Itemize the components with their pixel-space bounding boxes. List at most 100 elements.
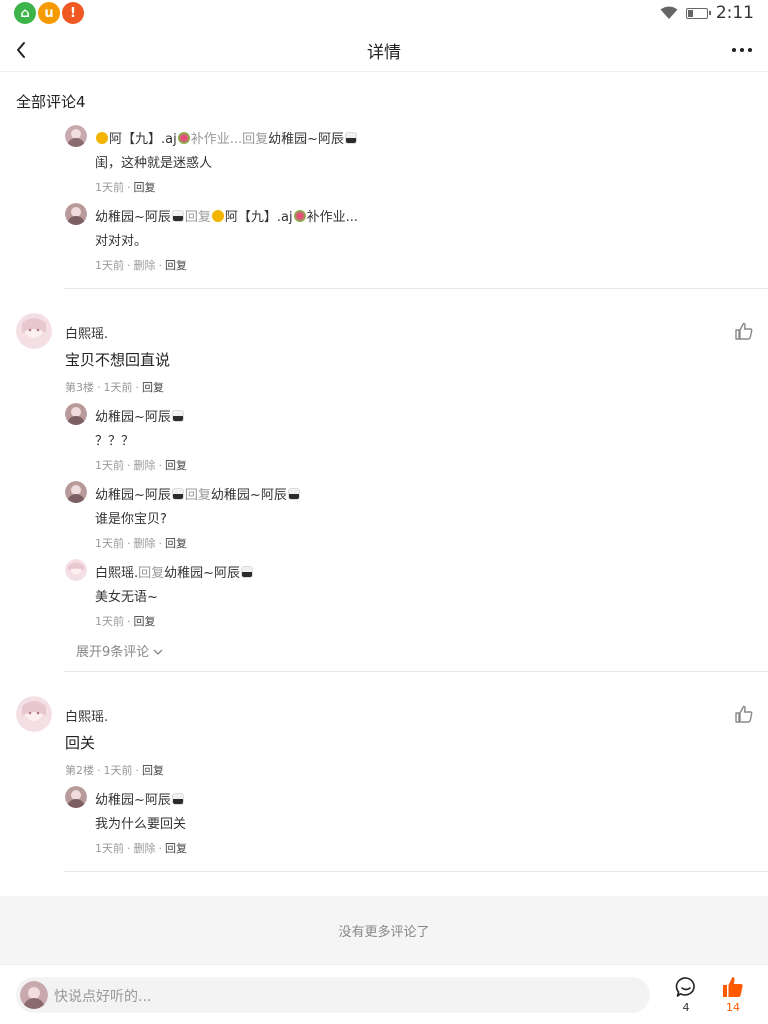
page-title: 详情 bbox=[367, 43, 401, 63]
wifi-icon bbox=[660, 6, 678, 19]
reply-text: 美女无语~ bbox=[95, 590, 158, 605]
thumb-up-icon[interactable] bbox=[734, 321, 754, 341]
more-dots-icon[interactable] bbox=[730, 36, 754, 64]
commenter-avatar[interactable] bbox=[16, 313, 52, 349]
comment-input[interactable]: 快说点好听的... bbox=[16, 977, 650, 1013]
like-count: 14 bbox=[726, 1001, 740, 1014]
commenter-avatar[interactable] bbox=[16, 696, 52, 732]
nav-bar: 详情 bbox=[0, 28, 768, 72]
reply-meta: 1天前 · 回复 bbox=[95, 181, 156, 194]
reply-author[interactable]: 幼稚园~阿辰 bbox=[95, 210, 171, 225]
delete-button[interactable]: 删除 bbox=[134, 259, 156, 272]
reply-author[interactable]: 白熙瑶. bbox=[95, 566, 138, 581]
reply-meta: 1天前 · 删除 · 回复 bbox=[95, 537, 187, 550]
thumb-up-icon[interactable] bbox=[734, 704, 754, 724]
fist-emoji-icon bbox=[96, 132, 108, 144]
commenter-name[interactable]: 白熙瑶. bbox=[65, 706, 108, 725]
avatar[interactable] bbox=[65, 786, 87, 808]
comment-text: 宝贝不想回直说 bbox=[65, 351, 171, 369]
floor-label: 第2楼 bbox=[65, 764, 94, 777]
reply-author-line: 白熙瑶.回复幼稚园~阿辰 bbox=[95, 562, 254, 581]
delete-button[interactable]: 删除 bbox=[134, 842, 156, 855]
comment-bubble-icon[interactable] bbox=[674, 975, 698, 999]
flower-emoji-icon bbox=[177, 132, 190, 144]
reply-button[interactable]: 回复 bbox=[165, 259, 187, 272]
avatar[interactable] bbox=[65, 481, 87, 503]
no-more-comments: 没有更多评论了 bbox=[0, 896, 768, 964]
reply-button[interactable]: 回复 bbox=[142, 381, 164, 394]
flower-emoji-icon bbox=[293, 210, 306, 222]
reply-label: 回复 bbox=[138, 566, 165, 581]
uc-notification-icon: u bbox=[38, 2, 60, 24]
reply-target-suffix: 补作业... bbox=[306, 210, 359, 225]
reply-author[interactable]: 阿【九】.aj bbox=[109, 132, 177, 147]
notification-icons: ⌂ u ! bbox=[14, 2, 84, 24]
comment-meta: 第2楼 · 1天前 · 回复 bbox=[65, 764, 164, 777]
avatar[interactable] bbox=[65, 125, 87, 147]
reply-button[interactable]: 回复 bbox=[134, 615, 156, 628]
reply-author[interactable]: 幼稚园~阿辰 bbox=[95, 410, 171, 425]
reply-text: 对对对。 bbox=[95, 234, 148, 249]
onigiri-emoji-icon bbox=[241, 566, 254, 578]
all-comments-title: 全部评论4 bbox=[16, 93, 86, 111]
expand-replies-label: 展开9条评论 bbox=[76, 645, 150, 660]
reply-author-line: 阿【九】.aj 补作业...回复幼稚园~阿辰 bbox=[95, 128, 358, 147]
reply-text: 闺，这种就是迷惑人 bbox=[95, 156, 213, 171]
reply-label: 补作业...回复 bbox=[190, 132, 269, 147]
reply-button[interactable]: 回复 bbox=[134, 181, 156, 194]
divider bbox=[64, 871, 768, 872]
reply-target[interactable]: 阿【九】.aj bbox=[225, 210, 293, 225]
onigiri-emoji-icon bbox=[171, 210, 184, 222]
reply-meta: 1天前 · 删除 · 回复 bbox=[95, 459, 187, 472]
comment-text: 回关 bbox=[65, 734, 96, 752]
alert-notification-icon: ! bbox=[62, 2, 84, 24]
status-bar: ⌂ u ! 2:11 bbox=[0, 0, 768, 28]
clock: 2:11 bbox=[715, 3, 754, 23]
bottom-bar: 快说点好听的... 4 14 bbox=[0, 964, 768, 1024]
comment-time: 1天前 bbox=[103, 764, 133, 777]
reply-target[interactable]: 幼稚园~阿辰 bbox=[211, 488, 287, 503]
onigiri-emoji-icon bbox=[171, 793, 184, 805]
thumb-up-icon[interactable] bbox=[721, 975, 745, 999]
reply-time: 1天前 bbox=[95, 259, 124, 272]
onigiri-emoji-icon bbox=[287, 488, 300, 500]
comment-count: 4 bbox=[682, 1001, 690, 1014]
reply-author-line: 幼稚园~阿辰 bbox=[95, 406, 185, 425]
floor-label: 第3楼 bbox=[65, 381, 94, 394]
reply-target[interactable]: 幼稚园~阿辰 bbox=[268, 132, 344, 147]
reply-author-line: 幼稚园~阿辰 回复 阿【九】.aj 补作业... bbox=[95, 206, 358, 225]
comment-input-placeholder: 快说点好听的... bbox=[54, 989, 152, 1005]
reply-label: 回复 bbox=[184, 210, 211, 225]
reply-target[interactable]: 幼稚园~阿辰 bbox=[164, 566, 240, 581]
avatar[interactable] bbox=[65, 559, 87, 581]
onigiri-emoji-icon bbox=[345, 132, 358, 144]
delete-button[interactable]: 删除 bbox=[134, 537, 156, 550]
avatar[interactable] bbox=[65, 203, 87, 225]
no-more-label: 没有更多评论了 bbox=[338, 924, 430, 940]
app-notification-icon: ⌂ bbox=[14, 2, 36, 24]
chevron-down-icon bbox=[153, 649, 163, 655]
reply-meta: 1天前 · 删除 · 回复 bbox=[95, 842, 187, 855]
fist-emoji-icon bbox=[211, 210, 224, 222]
reply-button[interactable]: 回复 bbox=[142, 764, 164, 777]
reply-text: 我为什么要回关 bbox=[95, 817, 187, 832]
avatar[interactable] bbox=[65, 403, 87, 425]
user-avatar bbox=[20, 981, 48, 1009]
reply-meta: 1天前 · 回复 bbox=[95, 615, 156, 628]
reply-text: 谁是你宝贝? bbox=[95, 512, 167, 527]
reply-button[interactable]: 回复 bbox=[165, 842, 187, 855]
reply-label: 回复 bbox=[184, 488, 211, 503]
divider bbox=[64, 288, 768, 289]
reply-author-line: 幼稚园~阿辰 bbox=[95, 789, 185, 808]
divider bbox=[64, 671, 768, 672]
delete-button[interactable]: 删除 bbox=[134, 459, 156, 472]
reply-time: 1天前 bbox=[95, 537, 124, 550]
expand-replies-button[interactable]: 展开9条评论 bbox=[76, 641, 163, 660]
reply-button[interactable]: 回复 bbox=[165, 459, 187, 472]
reply-text: ？？？ bbox=[95, 434, 135, 449]
reply-author[interactable]: 幼稚园~阿辰 bbox=[95, 488, 171, 503]
reply-author[interactable]: 幼稚园~阿辰 bbox=[95, 793, 171, 808]
commenter-name[interactable]: 白熙瑶. bbox=[65, 323, 108, 342]
reply-time: 1天前 bbox=[95, 459, 124, 472]
reply-button[interactable]: 回复 bbox=[165, 537, 187, 550]
